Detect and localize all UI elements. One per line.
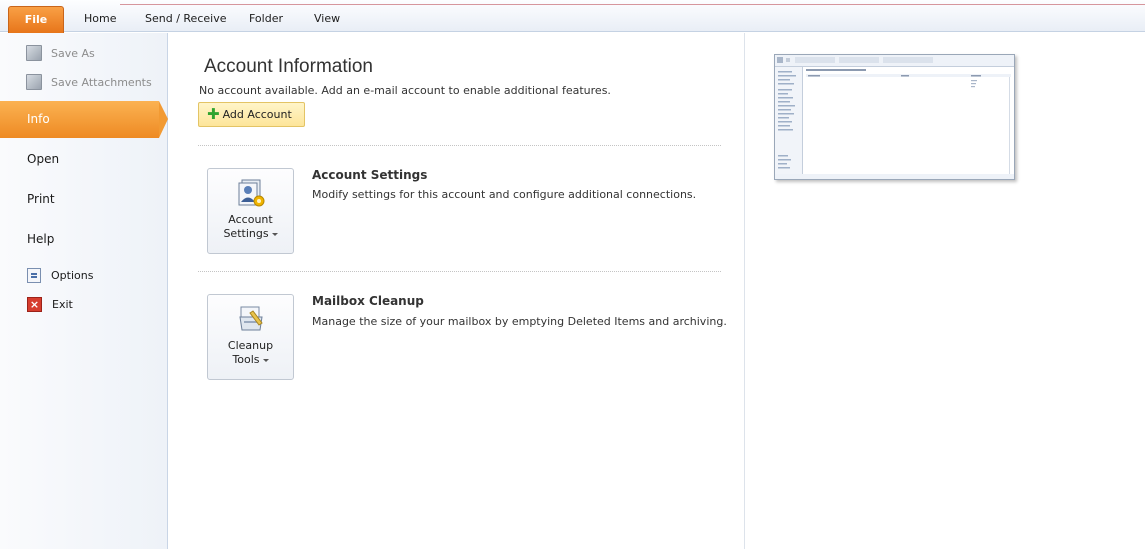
chevron-down-icon — [271, 232, 278, 236]
nav-options[interactable]: Options — [27, 268, 93, 283]
account-settings-label-1: Account — [228, 213, 273, 226]
outlook-preview-thumbnail — [774, 54, 1015, 180]
section-separator — [198, 145, 721, 146]
tab-home[interactable]: Home — [84, 12, 116, 25]
add-account-label: Add Account — [222, 108, 292, 121]
title-accent-line — [120, 4, 1145, 5]
cleanup-tools-label-2: Tools — [232, 353, 260, 366]
nav-print[interactable]: Print — [27, 192, 55, 206]
page-subtitle: No account available. Add an e-mail acco… — [199, 84, 611, 97]
tab-file[interactable]: File — [8, 6, 64, 33]
account-settings-button[interactable]: Account Settings — [207, 168, 294, 254]
account-settings-heading: Account Settings — [312, 168, 428, 182]
nav-exit[interactable]: × Exit — [27, 297, 73, 312]
nav-help[interactable]: Help — [27, 232, 54, 246]
chevron-down-icon — [262, 358, 269, 362]
nav-save-attachments[interactable]: Save Attachments — [26, 73, 152, 91]
tab-folder[interactable]: Folder — [249, 12, 283, 25]
nav-info-selection-arrow — [159, 101, 168, 138]
nav-options-label: Options — [51, 269, 94, 282]
mailbox-cleanup-icon — [235, 303, 267, 335]
nav-save-as[interactable]: Save As — [26, 44, 95, 62]
save-attachments-icon — [26, 74, 42, 90]
nav-exit-label: Exit — [52, 298, 73, 311]
account-settings-label-2: Settings — [223, 227, 269, 240]
pane-divider — [744, 33, 745, 549]
exit-icon: × — [27, 297, 42, 312]
page-title: Account Information — [204, 56, 373, 77]
tab-view[interactable]: View — [314, 12, 340, 25]
nav-save-as-label: Save As — [51, 46, 95, 60]
mailbox-cleanup-heading: Mailbox Cleanup — [312, 294, 424, 308]
account-settings-icon — [235, 177, 267, 209]
cleanup-tools-button[interactable]: Cleanup Tools — [207, 294, 294, 380]
save-as-icon — [26, 45, 42, 61]
cleanup-tools-label-1: Cleanup — [227, 339, 274, 352]
tab-send-receive[interactable]: Send / Receive — [145, 12, 226, 25]
nav-open[interactable]: Open — [27, 152, 59, 166]
account-settings-description: Modify settings for this account and con… — [312, 188, 697, 201]
mailbox-cleanup-description: Manage the size of your mailbox by empty… — [312, 315, 727, 328]
add-account-button[interactable]: ✚ Add Account — [198, 102, 305, 127]
options-icon — [27, 268, 41, 283]
ribbon-tab-bar: File Home Send / Receive Folder View — [0, 0, 1145, 33]
add-icon: ✚ — [207, 105, 220, 123]
nav-info[interactable]: Info — [0, 101, 159, 138]
nav-save-attachments-label: Save Attachments — [51, 75, 152, 89]
section-separator — [198, 271, 721, 272]
preview-image — [775, 55, 1014, 179]
